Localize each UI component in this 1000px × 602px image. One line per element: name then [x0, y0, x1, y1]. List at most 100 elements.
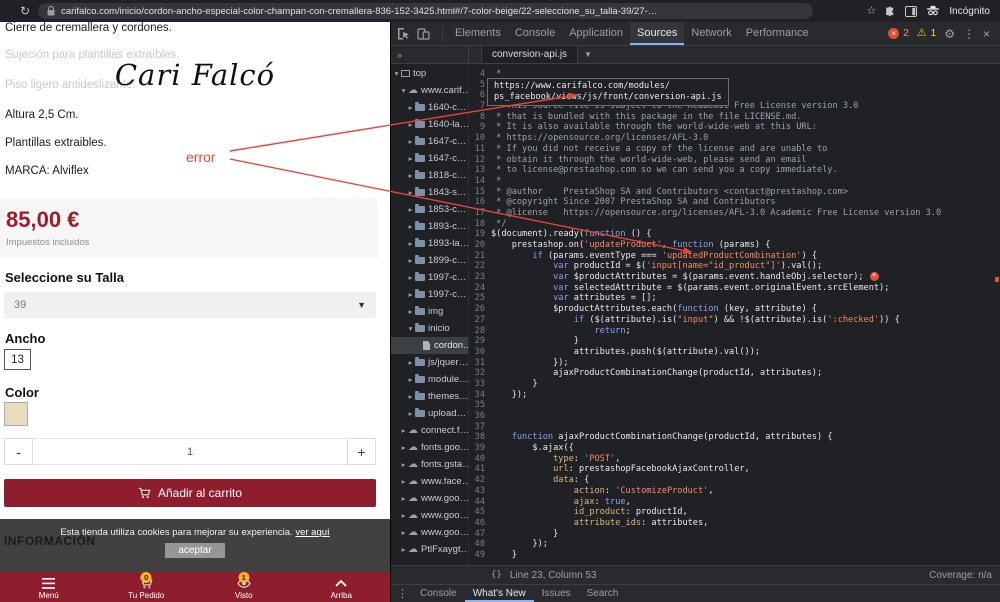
- code-line[interactable]: 27 if ($(attribute).is("input") && !$(at…: [469, 315, 1000, 326]
- code-line[interactable]: 31 });: [469, 358, 1000, 369]
- code-line[interactable]: 46 attribute_ids: attributes,: [469, 518, 1000, 529]
- devtools-tab-elements[interactable]: Elements: [448, 22, 508, 45]
- chevron-right-icon[interactable]: ▸: [407, 273, 414, 282]
- chevron-right-icon[interactable]: ▸: [407, 409, 414, 418]
- chevron-right-icon[interactable]: ▸: [400, 460, 407, 469]
- code-line[interactable]: 37: [469, 422, 1000, 433]
- chevron-right-icon[interactable]: ▸: [407, 222, 414, 231]
- tree-item-1899-c[interactable]: ▸1899-c…: [391, 252, 468, 269]
- chevron-right-icon[interactable]: ▸: [407, 358, 414, 367]
- line-number[interactable]: 9: [469, 122, 491, 133]
- line-number[interactable]: 27: [469, 315, 491, 326]
- code-line[interactable]: 29 }: [469, 336, 1000, 347]
- code-line[interactable]: 15 * @author PrestaShop SA and Contribut…: [469, 187, 1000, 198]
- line-number[interactable]: 38: [469, 432, 491, 443]
- line-number[interactable]: 20: [469, 240, 491, 251]
- chevron-right-icon[interactable]: ▸: [407, 290, 414, 299]
- chevron-right-icon[interactable]: ▸: [400, 511, 407, 520]
- size-select[interactable]: 39 ▼: [4, 292, 376, 318]
- tree-item-cordon[interactable]: cordon…: [391, 337, 468, 354]
- line-number[interactable]: 45: [469, 507, 491, 518]
- line-number[interactable]: 43: [469, 486, 491, 497]
- code-line[interactable]: 41 url: prestashopFacebookAjaxController…: [469, 464, 1000, 475]
- bottom-nav-arriba[interactable]: Arriba: [293, 572, 391, 602]
- tree-item-js-jquer[interactable]: ▸js/jquer…: [391, 354, 468, 371]
- code-line[interactable]: 20 prestashop.on('updateProduct', functi…: [469, 240, 1000, 251]
- code-line[interactable]: 13 * to license@prestashop.com so we can…: [469, 165, 1000, 176]
- line-number[interactable]: 21: [469, 251, 491, 262]
- line-number[interactable]: 30: [469, 347, 491, 358]
- error-count[interactable]: 2: [903, 28, 909, 39]
- tree-item-1640-c[interactable]: ▸1640-c…: [391, 99, 468, 116]
- incognito-avatar[interactable]: [926, 5, 940, 17]
- chevron-down-icon[interactable]: ▾: [393, 69, 400, 78]
- chevron-right-icon[interactable]: ▸: [407, 103, 414, 112]
- tree-item-ptlfxaygt[interactable]: ▸☁PtlFxaygt…: [391, 541, 468, 558]
- navigator-more-button[interactable]: »: [391, 46, 469, 63]
- code-line[interactable]: 18 */: [469, 219, 1000, 230]
- drawer-tab-console[interactable]: Console: [412, 585, 465, 602]
- code-line[interactable]: 34 });: [469, 390, 1000, 401]
- code-line[interactable]: 23 var $productAttributes = $(params.eve…: [469, 272, 1000, 283]
- warning-count-icon[interactable]: ⚠: [917, 28, 927, 39]
- code-line[interactable]: 43 action: 'CustomizeProduct',: [469, 486, 1000, 497]
- code-line[interactable]: 22 var productId = $('input[name="id_pro…: [469, 261, 1000, 272]
- code-line[interactable]: 39 $.ajax({: [469, 443, 1000, 454]
- code-line[interactable]: 45 id_product: productId,: [469, 507, 1000, 518]
- chevron-right-icon[interactable]: ▸: [400, 477, 407, 486]
- device-toolbar-icon[interactable]: [417, 28, 430, 40]
- tree-item-1843-s[interactable]: ▸1843-s…: [391, 184, 468, 201]
- line-number[interactable]: 47: [469, 529, 491, 540]
- tree-item-inicio[interactable]: ▾inicio: [391, 320, 468, 337]
- tree-item-www-goo[interactable]: ▸☁www.goo…: [391, 490, 468, 507]
- side-panel-icon[interactable]: [905, 6, 917, 17]
- line-number[interactable]: 32: [469, 368, 491, 379]
- tree-item-www-face[interactable]: ▸☁www.face…: [391, 473, 468, 490]
- line-number[interactable]: 18: [469, 219, 491, 230]
- code-line[interactable]: 10 * https://opensource.org/licenses/AFL…: [469, 133, 1000, 144]
- close-devtools-icon[interactable]: ×: [983, 28, 990, 40]
- code-line[interactable]: 21 if (params.eventType === 'updatedProd…: [469, 251, 1000, 262]
- code-line[interactable]: 32 ajaxProductCombinationChange(productI…: [469, 368, 1000, 379]
- add-to-cart-button[interactable]: Añadir al carrito: [4, 479, 376, 507]
- chevron-right-icon[interactable]: ▸: [400, 545, 407, 554]
- cookie-accept-button[interactable]: aceptar: [165, 543, 224, 558]
- line-number[interactable]: 33: [469, 379, 491, 390]
- code-line[interactable]: 28 return;: [469, 326, 1000, 337]
- chevron-right-icon[interactable]: ▸: [400, 528, 407, 537]
- chevron-right-icon[interactable]: ▸: [407, 256, 414, 265]
- kebab-menu-icon[interactable]: ⋮: [963, 28, 975, 40]
- chevron-right-icon[interactable]: ▸: [407, 154, 414, 163]
- code-line[interactable]: 17 * @license https://opensource.org/lic…: [469, 208, 1000, 219]
- drawer-tab-search[interactable]: Search: [579, 585, 627, 602]
- bottom-nav-tu-pedido[interactable]: 0Tu Pedido: [98, 572, 196, 602]
- line-number[interactable]: 36: [469, 411, 491, 422]
- tree-item-upload[interactable]: ▸upload…: [391, 405, 468, 422]
- tree-item-top[interactable]: ▾top: [391, 65, 468, 82]
- code-line[interactable]: 44 ajax: true,: [469, 497, 1000, 508]
- color-swatch[interactable]: [4, 402, 28, 426]
- tree-item-www-goo[interactable]: ▸☁www.goo…: [391, 507, 468, 524]
- code-line[interactable]: 26 $productAttributes.each(function (key…: [469, 304, 1000, 315]
- code-line[interactable]: 14 *: [469, 176, 1000, 187]
- chevron-right-icon[interactable]: ▸: [407, 205, 414, 214]
- qty-input[interactable]: [33, 438, 347, 465]
- code-line[interactable]: 38 function ajaxProductCombinationChange…: [469, 432, 1000, 443]
- code-line[interactable]: 40 type: 'POST',: [469, 454, 1000, 465]
- tree-item-1893-la[interactable]: ▸1893-la…: [391, 235, 468, 252]
- line-number[interactable]: 16: [469, 197, 491, 208]
- extensions-icon[interactable]: [885, 6, 896, 17]
- error-count-icon[interactable]: ×: [888, 28, 899, 39]
- line-number[interactable]: 37: [469, 422, 491, 433]
- tree-item-1640-la[interactable]: ▸1640-la…: [391, 116, 468, 133]
- code-line[interactable]: 12 * obtain it through the world-wide-we…: [469, 155, 1000, 166]
- line-number[interactable]: 34: [469, 390, 491, 401]
- line-number[interactable]: 23: [469, 272, 491, 283]
- code-line[interactable]: 35: [469, 400, 1000, 411]
- reload-icon[interactable]: ↻: [20, 5, 30, 17]
- line-number[interactable]: 12: [469, 155, 491, 166]
- line-number[interactable]: 48: [469, 539, 491, 550]
- code-line[interactable]: 19$(document).ready(function () {: [469, 229, 1000, 240]
- tree-item-1647-c[interactable]: ▸1647-c…: [391, 150, 468, 167]
- warning-count[interactable]: 1: [931, 28, 937, 39]
